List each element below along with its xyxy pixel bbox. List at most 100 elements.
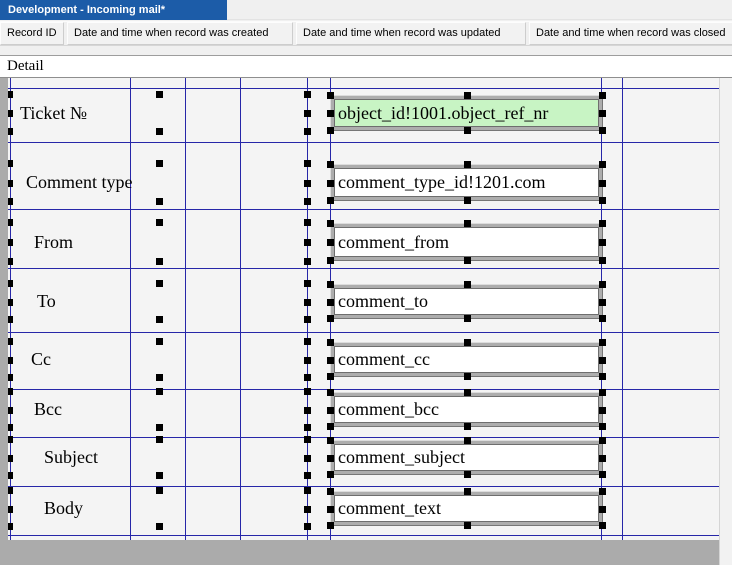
selection-handle[interactable] [8,280,13,287]
label-rect[interactable]: Bcc [10,392,307,427]
selection-handle[interactable] [599,299,606,306]
label-rect[interactable]: Comment type [10,164,307,201]
selection-handle[interactable] [8,436,13,443]
field-box[interactable]: comment_bcc [334,396,599,423]
selection-handle[interactable] [327,161,334,168]
selection-handle[interactable] [327,239,334,246]
label-rect[interactable]: From [10,223,307,261]
selection-handle[interactable] [304,316,311,323]
selection-handle[interactable] [464,373,471,380]
selection-handle[interactable] [327,437,334,444]
selection-handle[interactable] [304,338,311,345]
selection-handle[interactable] [464,92,471,99]
selection-handle[interactable] [304,455,311,462]
selection-handle[interactable] [599,339,606,346]
selection-handle[interactable] [464,161,471,168]
selection-handle[interactable] [599,127,606,134]
selection-handle[interactable] [8,487,13,494]
selection-handle[interactable] [599,437,606,444]
selection-handle[interactable] [327,506,334,513]
selection-handle[interactable] [304,299,311,306]
selection-handle[interactable] [304,374,311,381]
selection-handle[interactable] [8,180,13,187]
selection-handle[interactable] [156,91,163,98]
column-header-updated[interactable]: Date and time when record was updated [296,22,526,45]
selection-handle[interactable] [8,357,13,364]
selection-handle[interactable] [327,373,334,380]
selection-handle[interactable] [327,110,334,117]
window-tab[interactable]: Development - Incoming mail* [0,0,227,20]
selection-handle[interactable] [599,407,606,414]
selection-handle[interactable] [464,220,471,227]
selection-handle[interactable] [327,180,334,187]
selection-handle[interactable] [304,407,311,414]
label-rect[interactable]: Ticket № [10,95,307,131]
selection-handle[interactable] [327,407,334,414]
selection-handle[interactable] [599,281,606,288]
selection-handle[interactable] [464,389,471,396]
selection-handle[interactable] [156,523,163,530]
selection-handle[interactable] [304,388,311,395]
selection-handle[interactable] [464,522,471,529]
selection-handle[interactable] [599,257,606,264]
selection-handle[interactable] [8,110,13,117]
selection-handle[interactable] [599,239,606,246]
selection-handle[interactable] [156,374,163,381]
selection-handle[interactable] [327,257,334,264]
selection-handle[interactable] [304,198,311,205]
field-frame[interactable]: comment_type_id!1201.com [330,164,603,201]
selection-handle[interactable] [8,338,13,345]
selection-handle[interactable] [8,258,13,265]
selection-handle[interactable] [327,455,334,462]
selection-handle[interactable] [327,315,334,322]
selection-handle[interactable] [8,472,13,479]
field-box[interactable]: comment_from [334,227,599,257]
label-rect[interactable]: Subject [10,440,307,475]
selection-handle[interactable] [156,487,163,494]
selection-handle[interactable] [327,423,334,430]
field-box[interactable]: comment_cc [334,346,599,373]
selection-handle[interactable] [327,220,334,227]
selection-handle[interactable] [304,280,311,287]
selection-handle[interactable] [599,423,606,430]
selection-handle[interactable] [599,522,606,529]
field-frame[interactable]: object_id!1001.object_ref_nr [330,95,603,131]
selection-handle[interactable] [304,472,311,479]
field-box[interactable]: comment_subject [334,444,599,471]
selection-handle[interactable] [327,299,334,306]
selection-handle[interactable] [599,455,606,462]
selection-handle[interactable] [464,127,471,134]
selection-handle[interactable] [8,128,13,135]
field-frame[interactable]: comment_from [330,223,603,261]
selection-handle[interactable] [8,407,13,414]
selection-handle[interactable] [156,128,163,135]
selection-handle[interactable] [8,160,13,167]
selection-handle[interactable] [599,92,606,99]
selection-handle[interactable] [8,424,13,431]
selection-handle[interactable] [599,180,606,187]
selection-handle[interactable] [464,471,471,478]
selection-handle[interactable] [599,471,606,478]
selection-handle[interactable] [599,110,606,117]
column-header-record-id[interactable]: Record ID [0,22,64,45]
field-box[interactable]: object_id!1001.object_ref_nr [334,99,599,127]
selection-handle[interactable] [304,487,311,494]
selection-handle[interactable] [156,436,163,443]
selection-handle[interactable] [599,389,606,396]
selection-handle[interactable] [327,389,334,396]
field-frame[interactable]: comment_subject [330,440,603,475]
field-frame[interactable]: comment_to [330,284,603,319]
selection-handle[interactable] [156,258,163,265]
field-box[interactable]: comment_to [334,288,599,315]
selection-handle[interactable] [304,258,311,265]
selection-handle[interactable] [599,373,606,380]
selection-handle[interactable] [8,219,13,226]
selection-handle[interactable] [599,220,606,227]
selection-handle[interactable] [156,338,163,345]
selection-handle[interactable] [599,506,606,513]
field-box[interactable]: comment_text [334,495,599,522]
column-header-created[interactable]: Date and time when record was created [67,22,293,45]
selection-handle[interactable] [599,197,606,204]
field-frame[interactable]: comment_text [330,491,603,526]
label-rect[interactable]: To [10,284,307,319]
